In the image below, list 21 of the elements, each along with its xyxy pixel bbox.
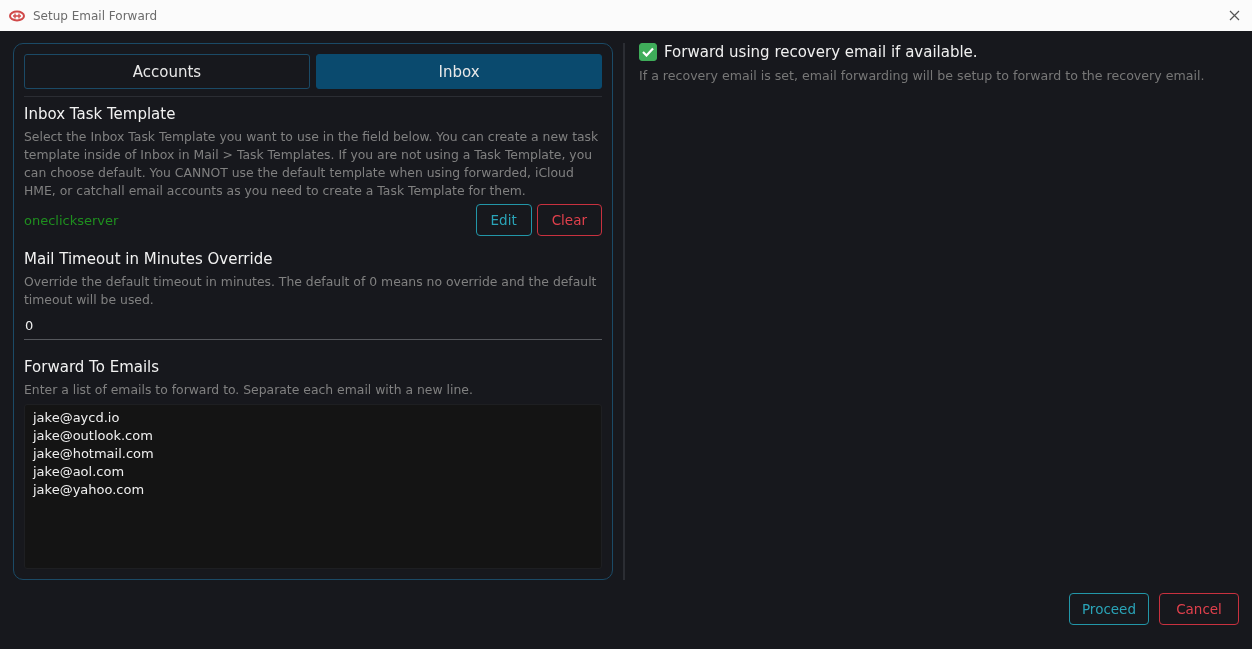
app-logo-icon [9, 9, 25, 22]
section-title: Mail Timeout in Minutes Override [24, 250, 274, 268]
close-icon[interactable] [1229, 10, 1240, 21]
section-description: Enter a list of emails to forward to. Separate each email with a new line. [24, 381, 474, 399]
action-button[interactable]: Proceed [1068, 593, 1149, 625]
checkbox[interactable] [639, 43, 657, 61]
action-button[interactable]: Edit [475, 204, 532, 236]
danger-button[interactable]: Cancel [1159, 593, 1239, 625]
section-title: Inbox Task Template [24, 105, 177, 123]
section-title: Forward To Emails [24, 358, 161, 376]
section-description: Override the default timeout in minutes. The default of 0 means no override and the default timeout will be used. [24, 273, 598, 309]
window-title: Setup Email Forward [33, 8, 158, 23]
selected-template-value: oneclickserver [24, 212, 119, 228]
option-description: If a recovery email is set, email forwarding will be setup to forward to the recovery email. [639, 68, 1205, 83]
section-description: Select the Inbox Task Template you want to use in the field below. You can create a new task template inside of Inbox in Mail > Task Templates. If you are not using a Task Template, you can choose default. You CANNOT use the default template when using forwarded, iCloud HME, or catchall email accounts as you need to create a Task Template for them. [24, 128, 600, 200]
danger-button[interactable]: Clear [536, 204, 602, 236]
timeout-input-field[interactable]: 0 [24, 309, 602, 340]
tab[interactable]: Accounts [24, 54, 310, 89]
checkbox-label: Forward using recovery email if available. [664, 43, 978, 61]
emails-text-area[interactable]: jake@aycd.io jake@outlook.com jake@hotmail.com jake@aol.com jake@yahoo.com [24, 404, 602, 569]
tab[interactable]: Inbox [316, 54, 602, 89]
